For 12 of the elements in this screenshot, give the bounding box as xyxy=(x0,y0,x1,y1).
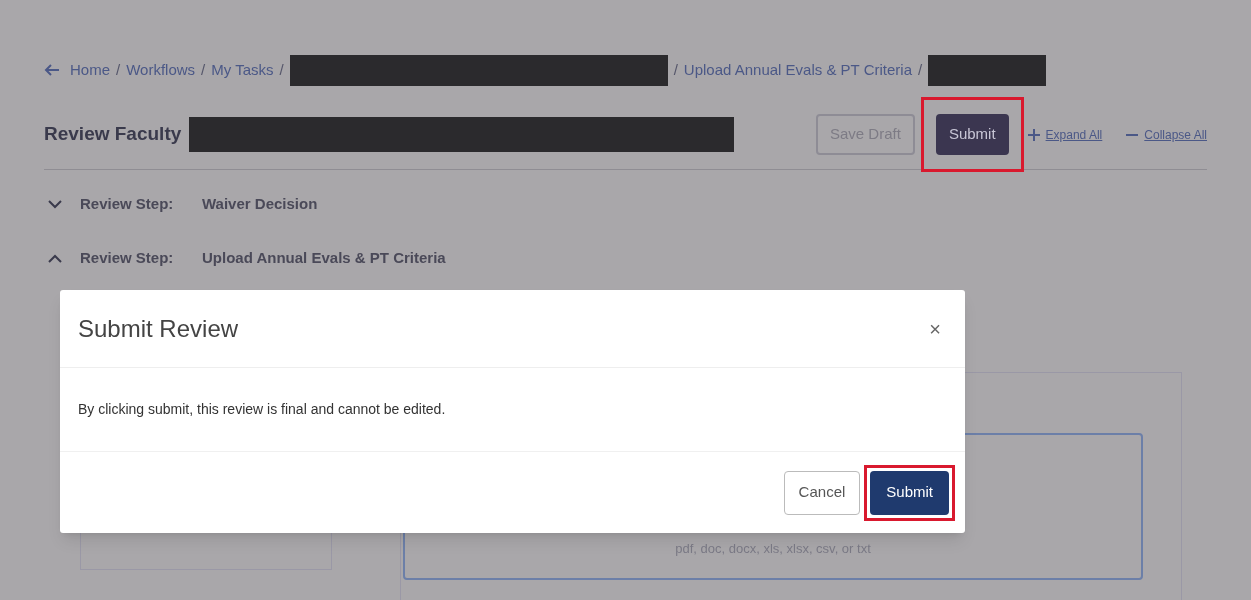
breadcrumb-separator: / xyxy=(201,59,206,80)
breadcrumb-separator: / xyxy=(918,59,923,80)
step-name: Upload Annual Evals & PT Criteria xyxy=(202,247,446,268)
dialog-title: Submit Review xyxy=(78,313,239,344)
dialog-message: By clicking submit, this review is final and cannot be edited. xyxy=(78,400,446,419)
breadcrumb-separator: / xyxy=(279,59,284,80)
breadcrumb-separator: / xyxy=(116,59,121,80)
step-label: Review Step: xyxy=(80,193,175,214)
step-label: Review Step: xyxy=(80,247,175,268)
breadcrumb-separator: / xyxy=(673,59,678,80)
page-title: Review Faculty xyxy=(44,122,182,147)
step-name: Waiver Decision xyxy=(202,193,318,214)
